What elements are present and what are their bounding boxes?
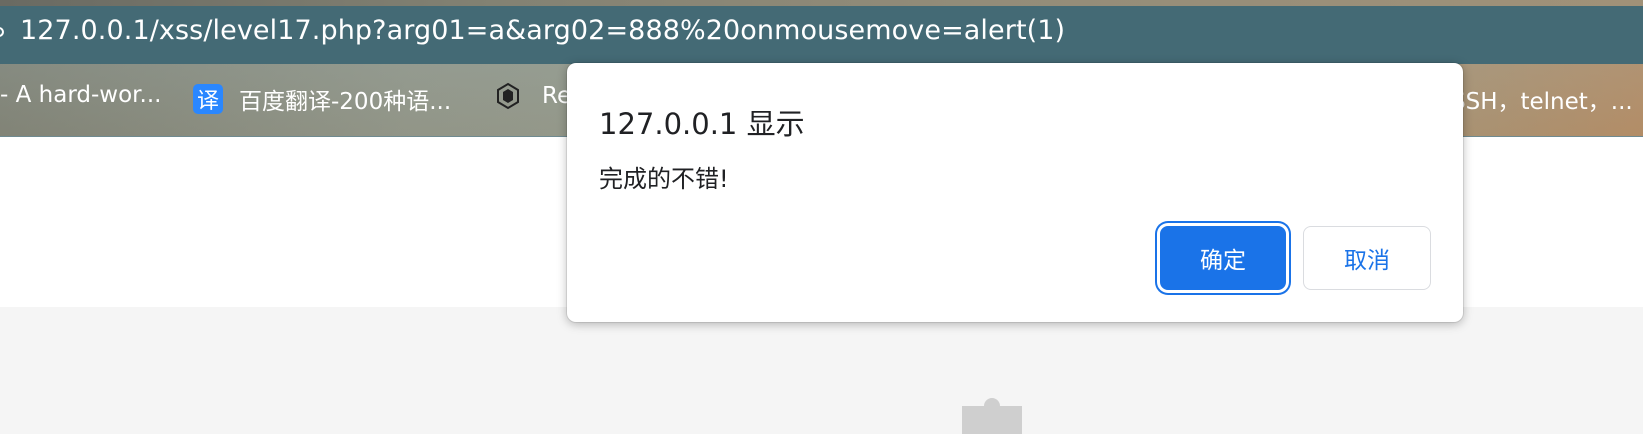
puzzle-icon xyxy=(962,398,1022,434)
bookmark-hive[interactable]: Re xyxy=(494,82,571,110)
alert-dialog: 127.0.0.1 显示 完成的不错! 确定 取消 xyxy=(567,63,1463,322)
site-info-icon[interactable] xyxy=(0,27,4,37)
bookmark-label: - A hard-wor... xyxy=(0,82,162,108)
page-lower-area xyxy=(0,307,1643,415)
dialog-title: 127.0.0.1 显示 xyxy=(599,107,805,141)
baidu-translate-icon: 译 xyxy=(193,84,223,114)
cancel-button[interactable]: 取消 xyxy=(1303,226,1431,290)
url-text[interactable]: 127.0.0.1/xss/level17.php?arg01=a&arg02=… xyxy=(20,15,1065,46)
dialog-message: 完成的不错! xyxy=(599,165,729,193)
ok-button[interactable]: 确定 xyxy=(1160,226,1286,290)
hive-icon xyxy=(497,82,519,110)
bookmark-baidu-translate[interactable]: 译 百度翻译-200种语... xyxy=(193,82,451,116)
bookmark-label: 百度翻译-200种语... xyxy=(239,89,452,115)
address-bar[interactable]: 127.0.0.1/xss/level17.php?arg01=a&arg02=… xyxy=(0,0,1643,64)
bookmark-hard-work[interactable]: - A hard-wor... xyxy=(0,82,161,108)
theme-background xyxy=(0,0,1643,6)
